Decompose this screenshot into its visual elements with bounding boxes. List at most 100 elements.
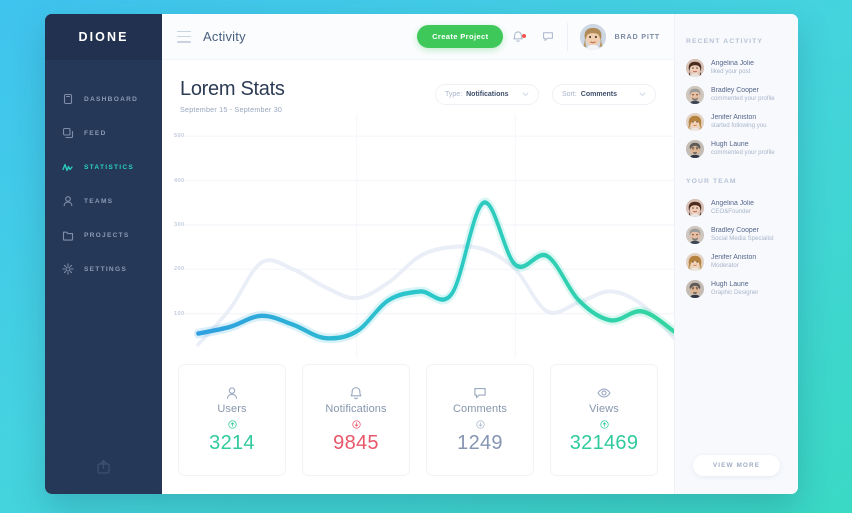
stat-value: 3214 — [209, 431, 255, 454]
chart-line-primary — [196, 200, 674, 341]
stat-card-comments[interactable]: Comments Views 1249 — [426, 364, 534, 476]
sidebar-item-label: STATISTICS — [84, 163, 134, 171]
chart-header: Lorem Stats September 15 - September 30 … — [162, 60, 674, 114]
y-axis-tick-label: 400 — [174, 177, 185, 184]
person-name: Jenifer Aniston — [711, 113, 757, 121]
arrow-up-circle-icon — [227, 419, 237, 429]
avatar — [686, 85, 704, 104]
y-axis-tick-label: 300 — [174, 221, 185, 228]
sidebar-nav: DASHBOARD FEED STATISTICS TEAMS PROJECTS… — [45, 60, 162, 438]
arrow-down-circle-icon — [351, 419, 361, 429]
list-item[interactable]: Hugh Laurie commented your profile — [675, 135, 798, 162]
arrow-up-circle-icon — [599, 419, 609, 429]
person-meta: commented your profile — [711, 149, 775, 157]
view-more-wrap: VIEW MORE — [675, 455, 798, 494]
sidebar-item-settings[interactable]: SETTINGS — [45, 252, 162, 286]
chart-subtitle: September 15 - September 30 — [180, 105, 283, 114]
list-item[interactable]: Bradley Cooper commented your profile — [675, 81, 798, 108]
recent-activity-list: Angelina Jolie liked your post Bradley C… — [675, 54, 798, 162]
hamburger-icon[interactable] — [177, 30, 191, 43]
person-name: Bradley Cooper — [711, 86, 759, 94]
eye-icon — [597, 386, 611, 400]
view-more-button[interactable]: VIEW MORE — [692, 455, 781, 476]
filter-value: Notifications — [466, 91, 509, 98]
person-name: Angelina Jolie — [711, 59, 754, 67]
messages-button[interactable] — [533, 30, 563, 43]
stat-card-views[interactable]: Views 321469 — [550, 364, 658, 476]
sidebar-item-label: DASHBOARD — [84, 95, 139, 103]
notifications-button[interactable] — [503, 30, 533, 43]
stat-card-notifications[interactable]: Notifications 9845 — [302, 364, 410, 476]
folder-icon — [62, 229, 74, 241]
y-axis-tick-label: 200 — [174, 266, 185, 273]
y-axis-tick-label: 100 — [174, 310, 185, 317]
sidebar: DIONE DASHBOARD FEED STATISTICS TEAMS PR… — [45, 14, 162, 494]
sidebar-item-label: SETTINGS — [84, 265, 127, 273]
person-name: Jenifer Aniston — [711, 253, 757, 261]
chat-bubble-icon — [473, 386, 487, 400]
layers-icon — [62, 127, 74, 139]
avatar — [686, 279, 704, 298]
stat-value: 321469 — [569, 431, 639, 454]
notification-badge — [522, 34, 527, 38]
user-menu[interactable]: BRAD PITT — [567, 22, 660, 51]
create-project-button[interactable]: Create Project — [417, 25, 504, 48]
sidebar-item-teams[interactable]: TEAMS — [45, 184, 162, 218]
sidebar-item-label: PROJECTS — [84, 231, 130, 239]
sidebar-item-statistics[interactable]: STATISTICS — [45, 150, 162, 184]
pulse-icon — [62, 161, 74, 173]
stat-value: 1249 — [457, 431, 503, 454]
person-role: Moderator — [711, 262, 739, 270]
y-axis-tick-label: 500 — [174, 133, 185, 140]
right-panel: RECENT ACTIVITY Angelina Jolie liked you… — [674, 14, 798, 494]
sidebar-item-dashboard[interactable]: DASHBOARD — [45, 82, 162, 116]
brand-logo: DIONE — [78, 30, 129, 44]
type-filter-dropdown[interactable]: Type: Notifications — [435, 84, 539, 105]
person-name: Hugh Laurie — [711, 140, 749, 148]
person-name: Hugh Laurie — [711, 280, 749, 288]
person-role: Graphic Designer — [711, 289, 759, 297]
avatar — [686, 112, 704, 131]
person-role: CEO&Founder — [711, 208, 751, 216]
sidebar-item-projects[interactable]: PROJECTS — [45, 218, 162, 252]
avatar — [686, 139, 704, 158]
user-icon — [62, 195, 74, 207]
clipboard-icon — [62, 93, 74, 105]
stat-label: Views — [589, 402, 619, 415]
recent-activity-title: RECENT ACTIVITY — [686, 38, 764, 45]
sort-filter-dropdown[interactable]: Sort: Comments — [552, 84, 656, 105]
person-name: Bradley Cooper — [711, 226, 759, 234]
stat-card-users[interactable]: Users 3214 — [178, 364, 286, 476]
avatar — [686, 225, 704, 244]
topbar: Activity Create Project BRAD PITT — [162, 14, 674, 60]
stat-label: Notifications — [325, 402, 387, 415]
list-item[interactable]: Jenifer Aniston Moderator — [675, 248, 798, 275]
filter-value: Comments — [580, 91, 617, 98]
list-item[interactable]: Angelina Jolie liked your post — [675, 54, 798, 81]
your-team-title: YOUR TEAM — [686, 178, 737, 185]
stat-label: Users — [217, 402, 247, 415]
sidebar-item-label: FEED — [84, 129, 107, 137]
share-upload-icon[interactable] — [96, 459, 111, 474]
chart-plot-area[interactable]: 500 400 300 200 100 — [162, 114, 674, 358]
your-team-list: Angelina Jolie CEO&Founder Bradley Coope… — [675, 194, 798, 302]
person-meta: started following you — [711, 122, 767, 130]
list-item[interactable]: Bradley Cooper Social Media Specialist — [675, 221, 798, 248]
list-item[interactable]: Hugh Laurie Graphic Designer — [675, 275, 798, 302]
chart-panel: Lorem Stats September 15 - September 30 … — [162, 60, 674, 494]
page-title: Activity — [203, 29, 246, 44]
filter-key: Type: — [445, 91, 463, 98]
list-item[interactable]: Jenifer Aniston started following you — [675, 108, 798, 135]
avatar — [686, 58, 704, 77]
topbar-actions: Create Project BRAD PITT — [417, 22, 660, 51]
chevron-down-icon — [639, 92, 646, 97]
avatar — [686, 198, 704, 217]
stat-cards-row: Users 3214 Notifications 9845 Comments 1… — [162, 358, 674, 494]
list-item[interactable]: Angelina Jolie CEO&Founder — [675, 194, 798, 221]
sidebar-brand: DIONE — [45, 14, 162, 60]
main-column: Activity Create Project BRAD PITT Lorem … — [162, 14, 674, 494]
user-name: BRAD PITT — [614, 32, 660, 41]
chart-title-block: Lorem Stats September 15 - September 30 — [180, 78, 285, 114]
line-chart — [184, 114, 674, 358]
sidebar-item-feed[interactable]: FEED — [45, 116, 162, 150]
